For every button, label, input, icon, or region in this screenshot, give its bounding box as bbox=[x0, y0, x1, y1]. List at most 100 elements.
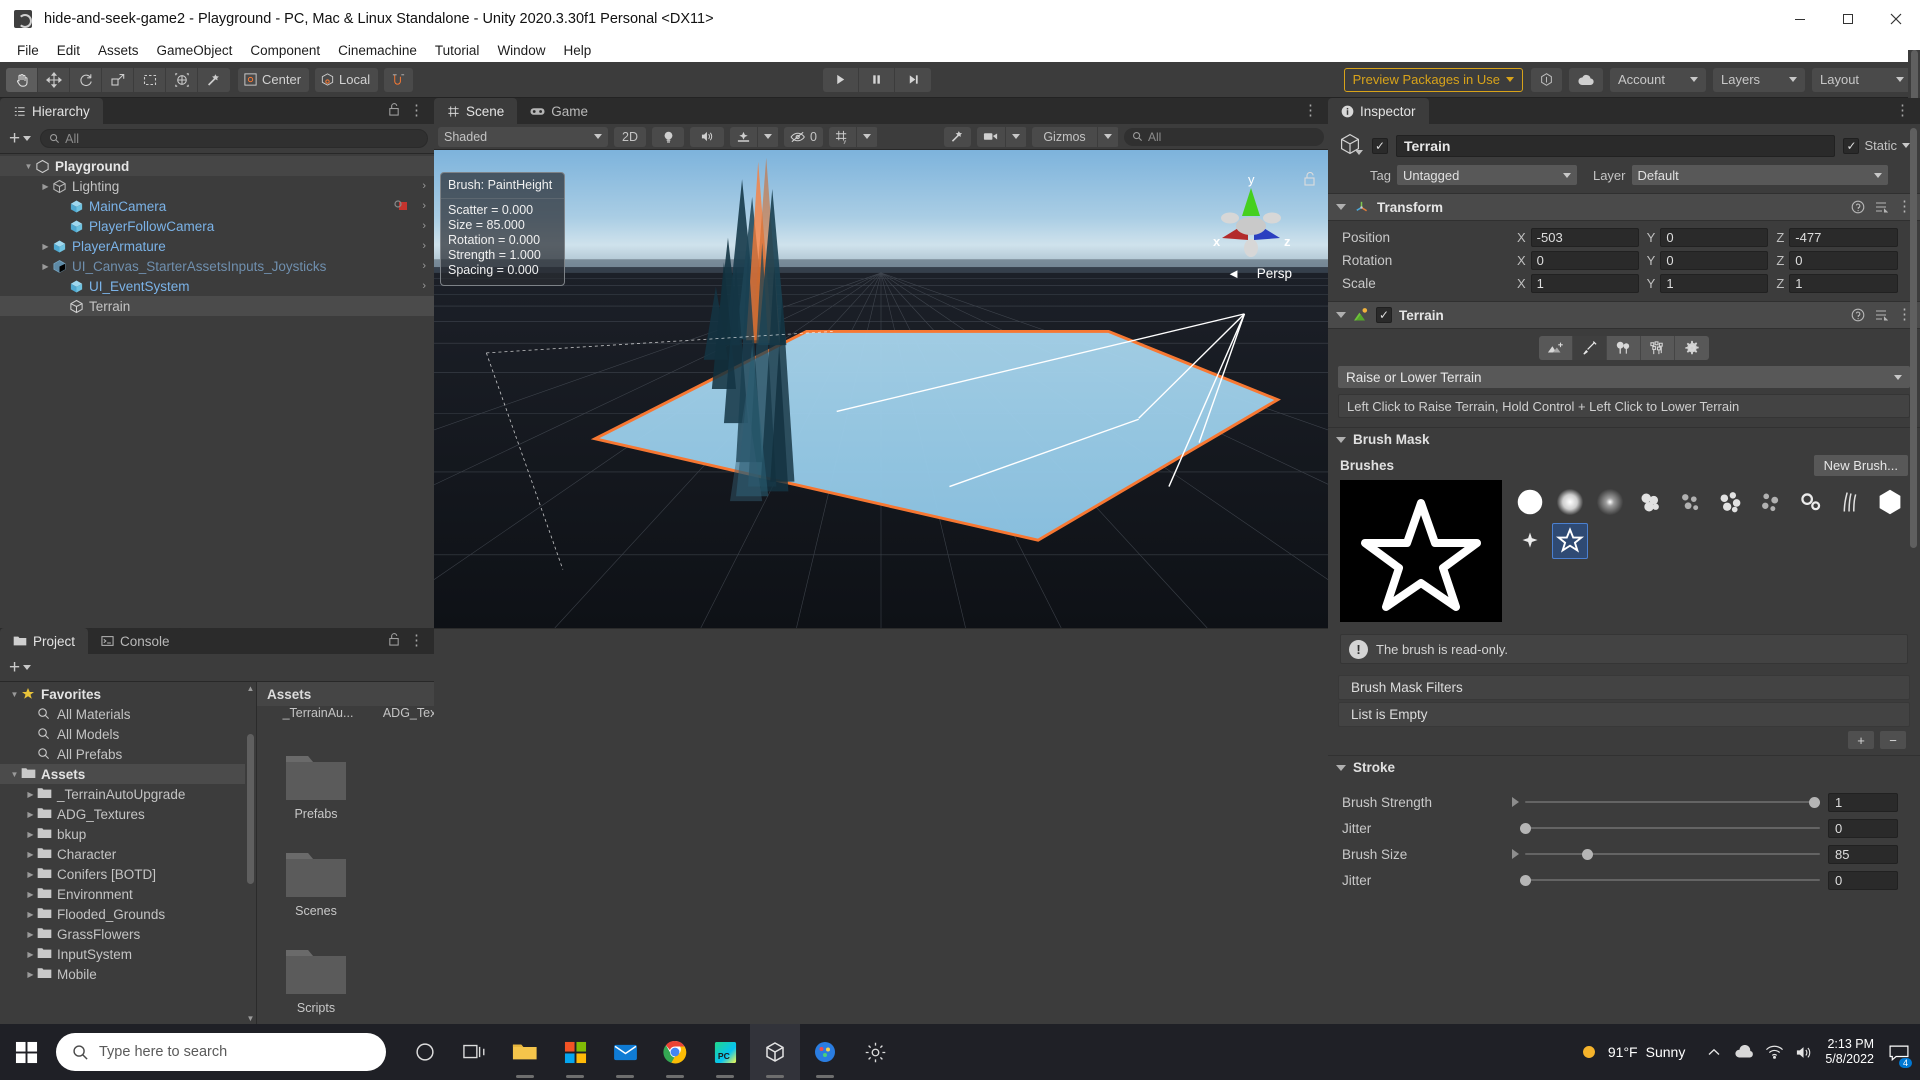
terrain-tool-dropdown[interactable]: Raise or Lower Terrain bbox=[1338, 366, 1910, 388]
transform-x-input[interactable]: 0 bbox=[1530, 251, 1639, 270]
collapse-triangle-icon[interactable] bbox=[1336, 436, 1346, 443]
hierarchy-item[interactable]: ▶ UI_Canvas_StarterAssetsInputs_Joysticks… bbox=[0, 256, 434, 276]
tab-scene[interactable]: Scene bbox=[434, 98, 518, 124]
taskbar-clock[interactable]: 2:13 PM 5/8/2022 bbox=[1825, 1037, 1874, 1067]
asset-item[interactable]: Scenes bbox=[265, 827, 367, 918]
microsoft-store-icon[interactable] bbox=[550, 1024, 600, 1080]
tab-hierarchy[interactable]: Hierarchy bbox=[0, 98, 103, 124]
close-button[interactable] bbox=[1872, 0, 1920, 38]
scene-orientation-gizmo[interactable]: y x z bbox=[1196, 166, 1306, 276]
transform-z-input[interactable]: -477 bbox=[1789, 228, 1899, 247]
onedrive-icon[interactable] bbox=[1729, 1024, 1759, 1080]
project-tree-item[interactable]: ▶ Mobile bbox=[0, 964, 256, 984]
pause-button[interactable] bbox=[859, 67, 896, 92]
stroke-slider-value[interactable]: 85 bbox=[1828, 844, 1898, 864]
tag-dropdown[interactable]: Untagged bbox=[1396, 165, 1577, 185]
step-button[interactable] bbox=[895, 67, 932, 92]
expand-triangle-icon[interactable]: ▶ bbox=[24, 790, 37, 799]
tab-console[interactable]: Console bbox=[88, 628, 183, 654]
inspector-menu-icon[interactable]: ⋮ bbox=[1895, 103, 1910, 118]
inspector-scrollbar[interactable] bbox=[1907, 124, 1920, 1024]
collapse-triangle-icon[interactable] bbox=[1336, 204, 1346, 210]
stroke-slider-value[interactable]: 1 bbox=[1828, 792, 1898, 812]
brush-thumbnail[interactable] bbox=[1512, 484, 1548, 520]
project-tree-item[interactable]: ▶ ADG_Textures bbox=[0, 804, 256, 824]
project-tree-item[interactable]: ▶ Flooded_Grounds bbox=[0, 904, 256, 924]
project-tree-item[interactable]: ▶ Character bbox=[0, 844, 256, 864]
expand-triangle-icon[interactable]: ▶ bbox=[24, 870, 37, 879]
transform-y-input[interactable]: 0 bbox=[1660, 251, 1769, 270]
stroke-slider[interactable] bbox=[1520, 819, 1820, 837]
project-tree-scrollbar[interactable]: ▲ ▼ bbox=[245, 682, 256, 1024]
shading-mode-dropdown[interactable]: Shaded bbox=[438, 126, 608, 147]
scene-tools-button[interactable] bbox=[944, 126, 971, 147]
rect-tool-icon[interactable] bbox=[134, 67, 166, 92]
account-dropdown[interactable]: Account bbox=[1610, 67, 1707, 92]
terrain-settings-icon[interactable] bbox=[1675, 336, 1709, 360]
remove-filter-button[interactable]: − bbox=[1880, 731, 1906, 749]
hierarchy-item-chevron-icon[interactable]: › bbox=[422, 260, 426, 272]
hierarchy-item[interactable]: MainCamera › bbox=[0, 196, 434, 216]
expand-triangle-icon[interactable]: ▶ bbox=[39, 182, 52, 191]
hierarchy-item[interactable]: ▶ Lighting › bbox=[0, 176, 434, 196]
stroke-slider[interactable] bbox=[1525, 793, 1821, 811]
brush-thumbnail[interactable] bbox=[1552, 523, 1588, 559]
hierarchy-item[interactable]: ▶ PlayerArmature › bbox=[0, 236, 434, 256]
layout-dropdown[interactable]: Layout bbox=[1812, 67, 1913, 92]
expand-triangle-icon[interactable]: ▶ bbox=[39, 262, 52, 271]
preset-icon[interactable] bbox=[1874, 308, 1888, 322]
expand-triangle-icon[interactable]: ▶ bbox=[24, 850, 37, 859]
scene-menu-icon[interactable]: ⋮ bbox=[1303, 103, 1318, 118]
custom-tool-icon[interactable] bbox=[198, 67, 230, 92]
wifi-icon[interactable] bbox=[1759, 1024, 1789, 1080]
menu-gameobject[interactable]: GameObject bbox=[148, 41, 242, 60]
preset-icon[interactable] bbox=[1874, 200, 1888, 214]
volume-icon[interactable] bbox=[1789, 1024, 1819, 1080]
pivot-rotation-button[interactable]: Local bbox=[315, 67, 379, 92]
scene-projection-label[interactable]: Persp bbox=[1257, 266, 1292, 281]
project-tree-item[interactable]: ▼ Assets bbox=[0, 764, 256, 784]
scene-grid-toggle[interactable]: y bbox=[828, 126, 857, 147]
paint-terrain-brush-icon[interactable] bbox=[1573, 336, 1607, 360]
show-hidden-icons-button[interactable] bbox=[1699, 1024, 1729, 1080]
expand-arrow-icon[interactable] bbox=[1512, 849, 1519, 859]
stroke-section-header[interactable]: Stroke bbox=[1328, 755, 1920, 779]
collapse-triangle-icon[interactable] bbox=[1336, 764, 1346, 771]
collab-button[interactable] bbox=[1531, 67, 1563, 92]
expand-triangle-icon[interactable]: ▼ bbox=[8, 690, 21, 699]
expand-triangle-icon[interactable]: ▶ bbox=[24, 930, 37, 939]
brush-mask-section-header[interactable]: Brush Mask bbox=[1328, 427, 1920, 451]
play-button[interactable] bbox=[823, 67, 860, 92]
transform-component-header[interactable]: Transform ⋮ bbox=[1328, 193, 1920, 221]
project-tree-item[interactable]: ▶ Conifers [BOTD] bbox=[0, 864, 256, 884]
terrain-enabled-checkbox[interactable]: ✓ bbox=[1376, 307, 1392, 323]
expand-triangle-icon[interactable]: ▼ bbox=[8, 770, 21, 779]
transform-z-input[interactable]: 0 bbox=[1789, 251, 1899, 270]
static-checkbox[interactable]: ✓ bbox=[1843, 137, 1860, 154]
project-tree-item[interactable]: All Models bbox=[0, 724, 256, 744]
create-neighbor-terrains-icon[interactable] bbox=[1539, 336, 1573, 360]
settings-icon[interactable] bbox=[850, 1024, 900, 1080]
brush-thumbnail[interactable] bbox=[1592, 484, 1628, 520]
new-brush-button[interactable]: New Brush... bbox=[1813, 455, 1908, 476]
scene-lock-icon[interactable] bbox=[1303, 171, 1316, 189]
project-tree-item[interactable]: ▶ GrassFlowers bbox=[0, 924, 256, 944]
expand-triangle-icon[interactable]: ▼ bbox=[22, 162, 35, 171]
hierarchy-item[interactable]: PlayerFollowCamera › bbox=[0, 216, 434, 236]
scene-camera-dropdown[interactable] bbox=[1006, 126, 1027, 147]
scene-camera-icon[interactable] bbox=[977, 126, 1006, 147]
stroke-slider[interactable] bbox=[1525, 845, 1820, 863]
expand-triangle-icon[interactable]: ▶ bbox=[24, 830, 37, 839]
menu-tutorial[interactable]: Tutorial bbox=[426, 41, 489, 60]
project-tree-item[interactable]: All Materials bbox=[0, 704, 256, 724]
scene-fx-toggle[interactable] bbox=[730, 126, 758, 147]
hierarchy-item-chevron-icon[interactable]: › bbox=[422, 200, 426, 212]
brush-thumbnail[interactable] bbox=[1872, 484, 1908, 520]
project-menu-icon[interactable]: ⋮ bbox=[409, 633, 424, 648]
move-tool-icon[interactable] bbox=[38, 67, 70, 92]
stroke-slider-value[interactable]: 0 bbox=[1828, 870, 1898, 890]
brush-thumbnail[interactable] bbox=[1552, 484, 1588, 520]
lock-icon[interactable] bbox=[388, 633, 400, 649]
scene-audio-toggle[interactable] bbox=[690, 126, 724, 147]
paint3d-icon[interactable] bbox=[800, 1024, 850, 1080]
